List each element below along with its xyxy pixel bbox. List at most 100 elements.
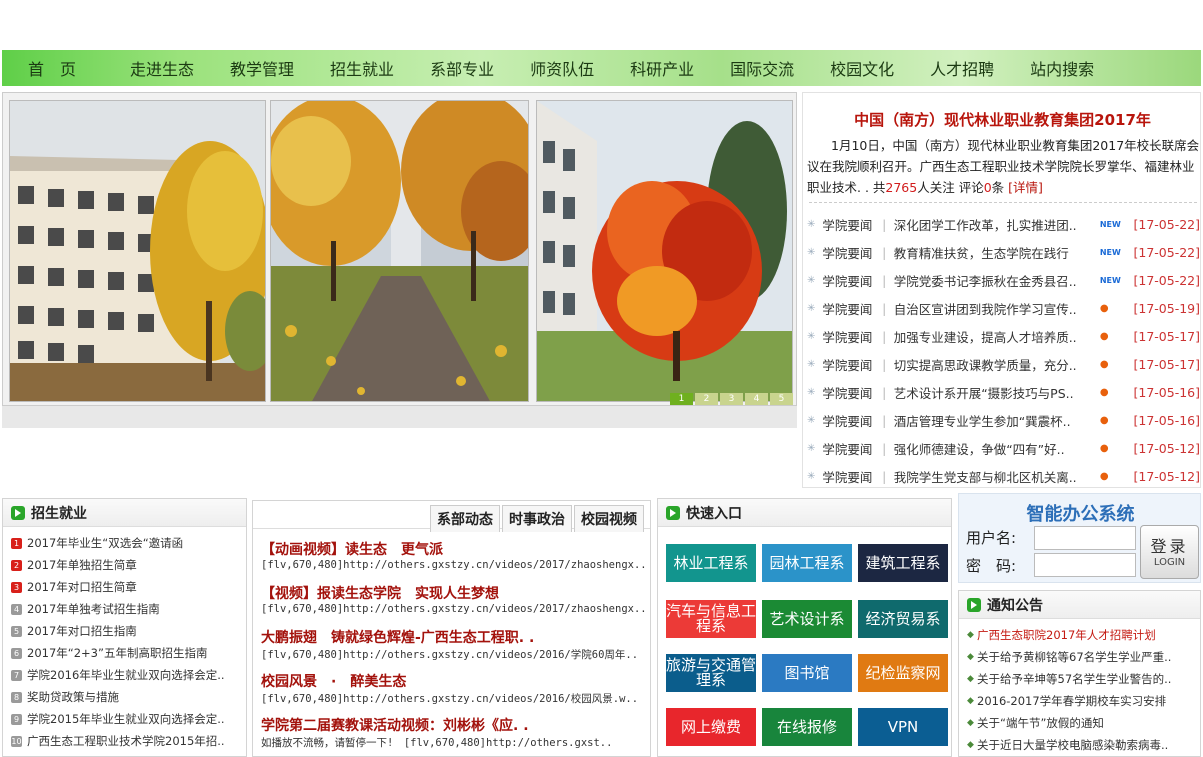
news-item[interactable]: ✳ 学院要闻 | 酒店管理专业学生参加“巽震杯.. ● [17-05-16]: [807, 406, 1200, 434]
notice-text[interactable]: 关于“端午节”放假的通知: [977, 715, 1104, 731]
news-item[interactable]: ✳ 学院要闻 | 学院党委书记李振秋在金秀县召.. NEW [17-05-22]: [807, 266, 1200, 294]
nav-item-home[interactable]: 首 页: [28, 56, 76, 80]
list-item[interactable]: 2 2017年单独招生简章: [11, 554, 246, 576]
nav-item-international[interactable]: 国际交流: [730, 56, 794, 80]
list-item[interactable]: 10 广西生态工程职业技术学院2015年招..: [11, 730, 246, 752]
quick-link-economics[interactable]: 经济贸易系: [858, 600, 948, 638]
nav-item-campus-culture[interactable]: 校园文化: [830, 56, 894, 80]
quick-link-tourism[interactable]: 旅游与交通管理系: [666, 654, 756, 692]
video-title[interactable]: 【视频】报读生态学院 实现人生梦想: [261, 583, 650, 603]
video-title[interactable]: 学院第二届赛教课活动视频：刘彬彬《应. .: [261, 715, 650, 735]
panel-title[interactable]: 快速入口: [686, 503, 742, 523]
list-item[interactable]: 8 奖助贷政策与措施: [11, 686, 246, 708]
news-title[interactable]: 强化师德建设，争做“四有”好..: [894, 439, 1100, 458]
list-item-text[interactable]: 2017年“2+3”五年制高职招生指南: [27, 645, 207, 661]
tab-current-affairs[interactable]: 时事政治: [502, 505, 572, 532]
notice-text[interactable]: 关于给予黄柳铭等67名学生学业严重..: [977, 649, 1171, 665]
news-item[interactable]: ✳ 学院要闻 | 自治区宣讲团到我院作学习宣传.. ● [17-05-19]: [807, 294, 1200, 322]
news-title[interactable]: 学院党委书记李振秋在金秀县召..: [894, 271, 1100, 290]
video-title[interactable]: 【动画视频】读生态 更气派: [261, 539, 650, 559]
news-title[interactable]: 加强专业建设，提高人才培养质..: [894, 327, 1100, 346]
quick-link-vpn[interactable]: VPN: [858, 708, 948, 746]
notice-text[interactable]: 广西生态职院2017年人才招聘计划: [977, 627, 1156, 643]
news-title[interactable]: 自治区宣讲团到我院作学习宣传..: [894, 299, 1100, 318]
notice-text[interactable]: 关于近日大量学校电脑感染勒索病毒..: [977, 737, 1168, 753]
panel-title[interactable]: 招生就业: [31, 503, 87, 523]
list-item-text[interactable]: 2017年单独考试招生指南: [27, 601, 160, 617]
slider-page-button[interactable]: 1: [670, 393, 693, 405]
list-item[interactable]: 3 2017年对口招生简章: [11, 576, 246, 598]
list-item-text[interactable]: 2017年对口招生简章: [27, 579, 137, 595]
nav-item-departments[interactable]: 系部专业: [430, 56, 494, 80]
slider-page-button[interactable]: 2: [695, 393, 718, 405]
slider-page-button[interactable]: 3: [720, 393, 743, 405]
photo-slider[interactable]: 1 2 3 4 5: [2, 92, 797, 406]
nav-item-faculty[interactable]: 师资队伍: [530, 56, 594, 80]
quick-link-architecture[interactable]: 建筑工程系: [858, 544, 948, 582]
video-title[interactable]: 校园风景 · 醉美生态: [261, 671, 650, 691]
campus-photo-building[interactable]: [9, 100, 266, 402]
news-title[interactable]: 切实提高思政课教学质量，充分..: [894, 355, 1100, 374]
news-item[interactable]: ✳ 学院要闻 | 加强专业建设，提高人才培养质.. ● [17-05-17]: [807, 322, 1200, 350]
headline-title[interactable]: 中国（南方）现代林业职业教育集团2017年: [803, 109, 1202, 130]
tab-department-news[interactable]: 系部动态: [430, 505, 500, 532]
news-item[interactable]: ✳ 学院要闻 | 教育精准扶贫，生态学院在践行 NEW [17-05-22]: [807, 238, 1200, 266]
notice-item[interactable]: ◆ 2016-2017学年春学期校车实习安排: [967, 690, 1200, 712]
notice-item[interactable]: ◆ 关于近日大量学校电脑感染勒索病毒..: [967, 734, 1200, 756]
login-button[interactable]: 登录 LOGIN: [1140, 525, 1199, 579]
list-item[interactable]: 4 2017年单独考试招生指南: [11, 598, 246, 620]
nav-item-about[interactable]: 走进生态: [130, 56, 194, 80]
news-title[interactable]: 酒店管理专业学生参加“巽震杯..: [894, 411, 1100, 430]
campus-photo-path[interactable]: [270, 100, 529, 402]
notice-text[interactable]: 关于给予辛坤等57名学生学业警告的..: [977, 671, 1171, 687]
slider-page-button[interactable]: 5: [770, 393, 793, 405]
nav-item-site-search[interactable]: 站内搜索: [1030, 56, 1094, 80]
list-item[interactable]: 1 2017年毕业生“双选会“邀请函: [11, 532, 246, 554]
quick-link-auto-info[interactable]: 汽车与信息工程系: [666, 600, 756, 638]
panel-title[interactable]: 通知公告: [987, 595, 1043, 615]
campus-photo-red-tree[interactable]: [536, 100, 793, 402]
notice-item[interactable]: ◆ 关于给予辛坤等57名学生学业警告的..: [967, 668, 1200, 690]
nav-item-research[interactable]: 科研产业: [630, 56, 694, 80]
news-title[interactable]: 深化团学工作改革，扎实推进团..: [894, 215, 1100, 234]
quick-link-forestry[interactable]: 林业工程系: [666, 544, 756, 582]
notice-item[interactable]: ◆ 广西生态职院2017年人才招聘计划: [967, 624, 1200, 646]
news-item[interactable]: ✳ 学院要闻 | 深化团学工作改革，扎实推进团.. NEW [17-05-22]: [807, 210, 1200, 238]
quick-link-library[interactable]: 图书馆: [762, 654, 852, 692]
list-item-text[interactable]: 2017年毕业生“双选会“邀请函: [27, 535, 183, 551]
news-title[interactable]: 艺术设计系开展“摄影技巧与PS..: [894, 383, 1100, 402]
list-item[interactable]: 7 学院2016年毕业生就业双向选择会定..: [11, 664, 246, 686]
list-item-text[interactable]: 2017年对口招生指南: [27, 623, 137, 639]
news-item[interactable]: ✳ 学院要闻 | 我院学生党支部与柳北区机关离.. ● [17-05-12]: [807, 462, 1200, 490]
quick-link-online-payment[interactable]: 网上缴费: [666, 708, 756, 746]
quick-link-repair[interactable]: 在线报修: [762, 708, 852, 746]
notice-text[interactable]: 2016-2017学年春学期校车实习安排: [977, 693, 1166, 709]
list-item-text[interactable]: 2017年单独招生简章: [27, 557, 137, 573]
password-input[interactable]: [1034, 553, 1136, 577]
nav-item-recruitment[interactable]: 人才招聘: [930, 56, 994, 80]
nav-item-teaching[interactable]: 教学管理: [230, 56, 294, 80]
list-item[interactable]: 5 2017年对口招生指南: [11, 620, 246, 642]
headline-more-link[interactable]: [详情]: [1008, 180, 1043, 195]
slider-page-button[interactable]: 4: [745, 393, 768, 405]
quick-link-discipline[interactable]: 纪检监察网: [858, 654, 948, 692]
list-item-text[interactable]: 奖助贷政策与措施: [27, 689, 119, 705]
news-item[interactable]: ✳ 学院要闻 | 强化师德建设，争做“四有”好.. ● [17-05-12]: [807, 434, 1200, 462]
list-item[interactable]: 9 学院2015年毕业生就业双向选择会定..: [11, 708, 246, 730]
notice-item[interactable]: ◆ 关于“端午节”放假的通知: [967, 712, 1200, 734]
list-item[interactable]: 6 2017年“2+3”五年制高职招生指南: [11, 642, 246, 664]
quick-link-landscape[interactable]: 园林工程系: [762, 544, 852, 582]
news-item[interactable]: ✳ 学院要闻 | 切实提高思政课教学质量，充分.. ● [17-05-17]: [807, 350, 1200, 378]
news-item[interactable]: ✳ 学院要闻 | 艺术设计系开展“摄影技巧与PS.. ● [17-05-16]: [807, 378, 1200, 406]
news-title[interactable]: 教育精准扶贫，生态学院在践行: [894, 243, 1100, 262]
list-item-text[interactable]: 学院2016年毕业生就业双向选择会定..: [27, 667, 225, 683]
quick-link-art-design[interactable]: 艺术设计系: [762, 600, 852, 638]
username-input[interactable]: [1034, 526, 1136, 550]
list-item-text[interactable]: 学院2015年毕业生就业双向选择会定..: [27, 711, 225, 727]
video-title[interactable]: 大鹏振翅 铸就绿色辉煌-广西生态工程职. .: [261, 627, 650, 647]
tab-campus-video[interactable]: 校园视频: [574, 505, 644, 532]
news-title[interactable]: 我院学生党支部与柳北区机关离..: [894, 467, 1100, 486]
nav-item-admission[interactable]: 招生就业: [330, 56, 394, 80]
list-item-text[interactable]: 广西生态工程职业技术学院2015年招..: [27, 733, 225, 749]
notice-item[interactable]: ◆ 关于给予黄柳铭等67名学生学业严重..: [967, 646, 1200, 668]
